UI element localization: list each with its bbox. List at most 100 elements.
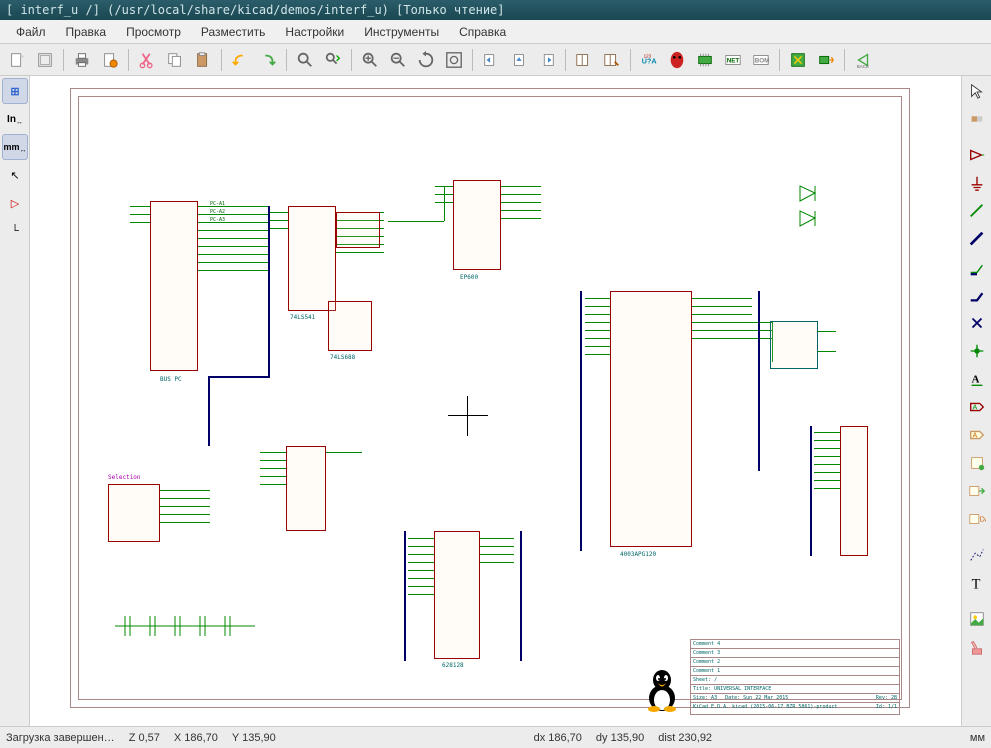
place-junction-button[interactable] [964, 338, 990, 364]
place-netlabel-button[interactable]: A [964, 366, 990, 392]
library-browser-button[interactable] [571, 47, 597, 73]
menu-edit[interactable]: Правка [58, 23, 115, 41]
wire [160, 490, 210, 491]
place-image-button[interactable] [964, 606, 990, 632]
navigate-prev-button[interactable] [478, 47, 504, 73]
component-caps-row[interactable] [110, 606, 260, 646]
bus [810, 426, 812, 556]
place-wire2bus-button[interactable] [964, 254, 990, 280]
component-p1-connector[interactable] [840, 426, 868, 556]
cvpcb-button[interactable] [692, 47, 718, 73]
cursor-shape-button[interactable]: ↖ [2, 162, 28, 188]
menu-file[interactable]: Файл [8, 23, 54, 41]
place-hierlabel-button[interactable]: A [964, 422, 990, 448]
wire [160, 522, 210, 523]
component-gate-b[interactable] [328, 301, 372, 351]
zoom-redraw-button[interactable] [413, 47, 439, 73]
wire [198, 246, 268, 247]
wire [480, 562, 514, 563]
highlight-net-button[interactable] [964, 106, 990, 132]
place-text-button[interactable]: T [964, 570, 990, 596]
menu-view[interactable]: Просмотр [118, 23, 189, 41]
wire [408, 586, 434, 587]
place-power-button[interactable] [964, 170, 990, 196]
menu-place[interactable]: Разместить [193, 23, 274, 41]
place-wire-button[interactable] [964, 198, 990, 224]
menu-help[interactable]: Справка [451, 23, 514, 41]
component-jp1[interactable] [108, 484, 160, 542]
wire [130, 222, 150, 223]
main-area: ⊞ In↔ mm↔ ↖ ▷ └ BUS PC PC-A1 P [0, 76, 991, 726]
bus-direction-button[interactable]: └ [2, 218, 28, 244]
erc-button[interactable] [664, 47, 690, 73]
place-line-button[interactable] [964, 542, 990, 568]
zoom-fit-button[interactable] [441, 47, 467, 73]
component-u2[interactable] [288, 206, 336, 311]
hidden-pins-button[interactable]: ▷ [2, 190, 28, 216]
import-sheet-pin-button[interactable] [964, 478, 990, 504]
library-editor-button[interactable] [599, 47, 625, 73]
place-globallabel-button[interactable]: A [964, 394, 990, 420]
bom-button[interactable]: BOM [748, 47, 774, 73]
component-u8[interactable] [453, 180, 501, 270]
status-dx: dx 186,70 [534, 732, 582, 744]
place-noconnect-button[interactable] [964, 310, 990, 336]
print-button[interactable] [69, 47, 95, 73]
component-gate-a[interactable] [336, 212, 380, 248]
plot-button[interactable] [97, 47, 123, 73]
separator [221, 49, 222, 71]
wire [480, 546, 514, 547]
spacer [964, 134, 989, 140]
component-u3-lower[interactable] [286, 446, 326, 531]
titleblock-comment3: Comment 3 [691, 649, 899, 658]
page-settings-button[interactable] [32, 47, 58, 73]
back-button[interactable]: BACK [850, 47, 876, 73]
bus [520, 531, 522, 661]
units-mm-button[interactable]: mm↔ [2, 134, 28, 160]
cut-button[interactable] [134, 47, 160, 73]
component-crystal[interactable] [770, 321, 818, 369]
new-button[interactable] [4, 47, 30, 73]
component-u5[interactable] [434, 531, 480, 659]
place-component-button[interactable] [964, 142, 990, 168]
navigate-next-button[interactable] [534, 47, 560, 73]
component-u9[interactable] [610, 291, 692, 547]
component-u1[interactable] [150, 201, 198, 371]
schematic-canvas[interactable]: BUS PC PC-A1 PC-A2 PC-A3 74LS541 [30, 76, 961, 726]
wire [260, 484, 286, 485]
delete-button[interactable] [964, 634, 990, 660]
redo-button[interactable] [255, 47, 281, 73]
navigate-up-button[interactable] [506, 47, 532, 73]
wire [388, 221, 444, 222]
place-sheet-button[interactable] [964, 450, 990, 476]
netlist-button[interactable]: NET [720, 47, 746, 73]
annotate-button[interactable]: U?A123 [636, 47, 662, 73]
copy-button[interactable] [162, 47, 188, 73]
wire [585, 322, 610, 323]
find-replace-button[interactable] [320, 47, 346, 73]
menu-tools[interactable]: Инструменты [356, 23, 447, 41]
wire [501, 202, 541, 203]
undo-button[interactable] [227, 47, 253, 73]
place-sheet-pin-button[interactable]: DA [964, 506, 990, 532]
statusbar: Загрузка завершен… Z 0,57 X 186,70 Y 135… [0, 726, 991, 748]
place-bus2bus-button[interactable] [964, 282, 990, 308]
find-button[interactable] [292, 47, 318, 73]
zoom-out-button[interactable] [385, 47, 411, 73]
grid-toggle-button[interactable]: ⊞ [2, 78, 28, 104]
import-footprint-button[interactable] [813, 47, 839, 73]
component-led-block[interactable] [790, 181, 840, 231]
wire [336, 252, 384, 253]
svg-text:BOM: BOM [755, 57, 770, 64]
paste-button[interactable] [190, 47, 216, 73]
wire [501, 186, 541, 187]
wire [198, 222, 268, 223]
select-tool-button[interactable] [964, 78, 990, 104]
place-bus-button[interactable] [964, 226, 990, 252]
pcbnew-button[interactable] [785, 47, 811, 73]
units-inch-button[interactable]: In↔ [2, 106, 28, 132]
zoom-in-button[interactable] [357, 47, 383, 73]
wire [198, 206, 268, 207]
window-titlebar: [ interf_u /] (/usr/local/share/kicad/de… [0, 0, 991, 20]
menu-settings[interactable]: Настройки [277, 23, 352, 41]
